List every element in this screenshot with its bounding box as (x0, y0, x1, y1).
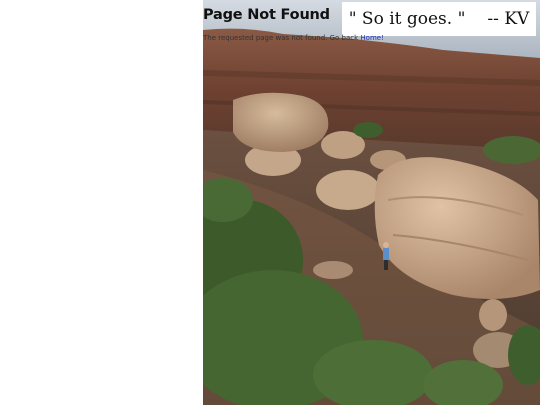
message-text: The requested page was not found. Go bac… (203, 34, 361, 42)
background-photo (203, 0, 540, 405)
page-title: Page Not Found (203, 7, 330, 23)
page: " So it goes. " -- KV Page Not Found The… (0, 0, 540, 405)
home-link[interactable]: Home! (360, 34, 383, 42)
quote-text: " So it goes. " (348, 9, 466, 29)
quote-banner: " So it goes. " -- KV (342, 2, 536, 36)
canyon-boulders-image (203, 0, 540, 405)
not-found-message: The requested page was not found. Go bac… (203, 34, 384, 42)
quote-author: -- KV (487, 9, 530, 29)
